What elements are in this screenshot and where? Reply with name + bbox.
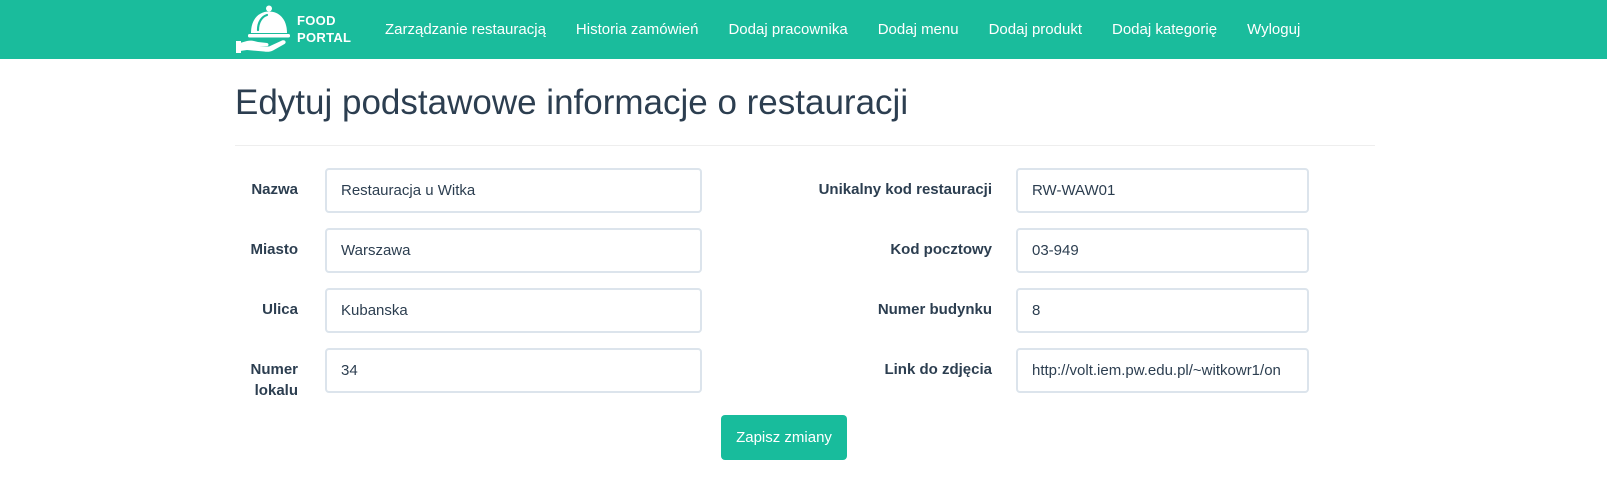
photo-link-label: Link do zdjęcia bbox=[884, 361, 992, 378]
title-divider bbox=[235, 145, 1375, 146]
local-number-input[interactable] bbox=[325, 348, 702, 393]
code-input[interactable] bbox=[1016, 168, 1309, 213]
save-changes-button[interactable]: Zapisz zmiany bbox=[721, 415, 847, 460]
city-label: Miasto bbox=[250, 241, 298, 258]
navbar: FOOD PORTAL Zarządzanie restauracją Hist… bbox=[0, 0, 1607, 59]
street-input[interactable] bbox=[325, 288, 702, 333]
nav-link-add-category[interactable]: Dodaj kategorię bbox=[1097, 21, 1232, 38]
brand-logo[interactable]: FOOD PORTAL bbox=[236, 3, 356, 55]
nav-links: Zarządzanie restauracją Historia zamówie… bbox=[370, 0, 1315, 59]
nav-link-add-product[interactable]: Dodaj produkt bbox=[974, 21, 1097, 38]
code-label: Unikalny kod restauracji bbox=[818, 181, 992, 198]
name-label: Nazwa bbox=[251, 181, 298, 198]
building-number-label: Numer budynku bbox=[877, 301, 992, 318]
name-input[interactable] bbox=[325, 168, 702, 213]
nav-link-order-history[interactable]: Historia zamówień bbox=[561, 21, 714, 38]
brand-line-2: PORTAL bbox=[297, 30, 352, 45]
nav-link-restaurant-management[interactable]: Zarządzanie restauracją bbox=[370, 21, 561, 38]
nav-link-add-employee[interactable]: Dodaj pracownika bbox=[713, 21, 862, 38]
nav-link-logout[interactable]: Wyloguj bbox=[1232, 21, 1315, 38]
cloche-hand-icon bbox=[236, 5, 290, 53]
postal-code-label: Kod pocztowy bbox=[890, 241, 992, 258]
building-number-input[interactable] bbox=[1016, 288, 1309, 333]
brand-name: FOOD PORTAL bbox=[297, 12, 351, 46]
city-input[interactable] bbox=[325, 228, 702, 273]
page-title: Edytuj podstawowe informacje o restaurac… bbox=[235, 83, 909, 122]
nav-link-add-menu[interactable]: Dodaj menu bbox=[863, 21, 974, 38]
postal-code-input[interactable] bbox=[1016, 228, 1309, 273]
photo-link-input[interactable] bbox=[1016, 348, 1309, 393]
local-number-label: Numer lokalu bbox=[250, 361, 298, 399]
brand-line-1: FOOD bbox=[297, 13, 336, 28]
street-label: Ulica bbox=[262, 301, 298, 318]
